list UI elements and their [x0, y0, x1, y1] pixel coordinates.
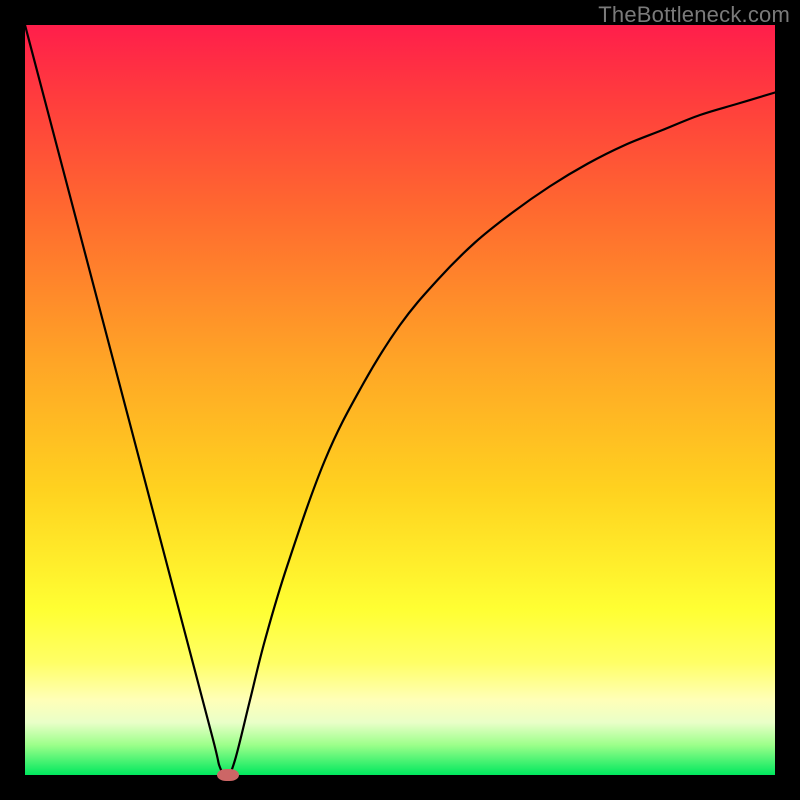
curve-layer: [25, 25, 775, 775]
watermark-text: TheBottleneck.com: [598, 2, 790, 28]
plot-area: [25, 25, 775, 775]
chart-frame: TheBottleneck.com: [0, 0, 800, 800]
optimum-marker: [217, 769, 239, 781]
bottleneck-curve: [25, 25, 775, 775]
